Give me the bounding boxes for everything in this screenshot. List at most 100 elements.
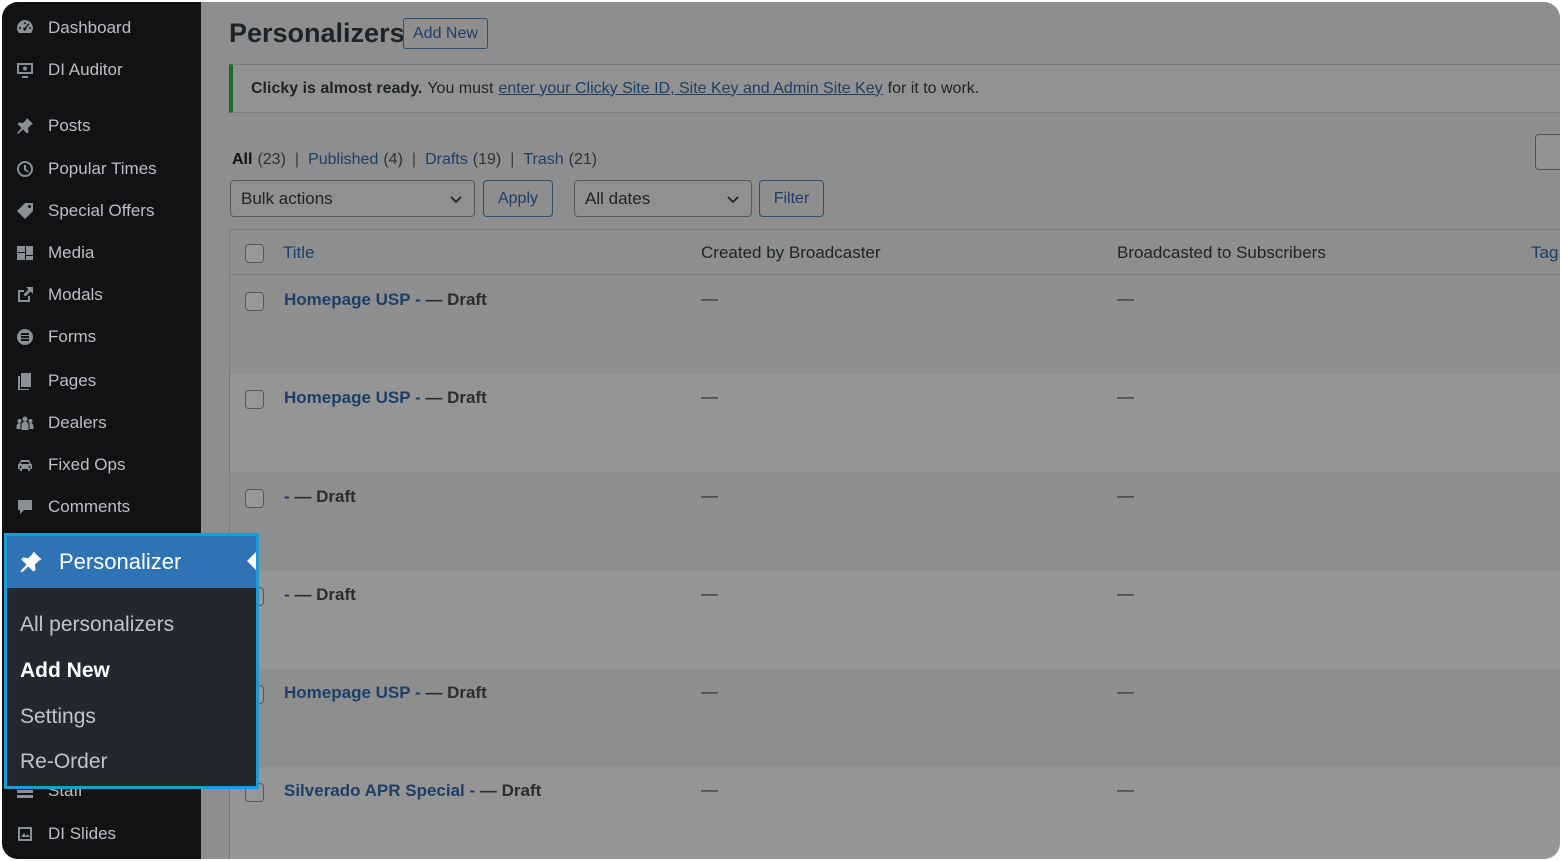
row-state: — Draft	[289, 487, 356, 506]
search-box-edge[interactable]	[1535, 134, 1560, 170]
submenu-all-personalizers[interactable]: All personalizers	[20, 613, 174, 637]
select-all-checkbox[interactable]	[245, 244, 264, 263]
view-trash-link[interactable]: Trash	[523, 151, 563, 169]
sidebar-item-dashboard[interactable]: Dashboard	[2, 8, 201, 48]
tag-icon	[14, 200, 36, 222]
row-broadcasted: —	[1117, 387, 1134, 406]
sidebar-item-pages[interactable]: Pages	[2, 361, 201, 401]
date-filter-select[interactable]: All dates	[574, 180, 752, 217]
clock-icon	[14, 158, 36, 180]
sidebar-item-label: Modals	[48, 285, 103, 304]
row-title: - — Draft	[284, 585, 356, 605]
row-title: - — Draft	[284, 487, 356, 507]
column-broadcasted-to-subscribers: Broadcasted to Subscribers	[1117, 243, 1326, 262]
media-icon	[14, 242, 36, 264]
submenu-re-order[interactable]: Re-Order	[20, 750, 108, 774]
sidebar-item-di-slides[interactable]: DI Slides	[2, 814, 201, 854]
submenu-settings[interactable]: Settings	[20, 705, 96, 729]
table-row: Silverado APR Special - — Draft — —	[230, 767, 1560, 859]
sidebar-item-di-auditor[interactable]: DI Auditor	[2, 50, 201, 90]
car-icon	[14, 454, 36, 476]
row-created-by-broadcaster: —	[701, 682, 718, 701]
row-checkbox[interactable]	[245, 390, 264, 409]
row-title-link[interactable]: Homepage USP -	[284, 290, 421, 309]
date-filter-value: All dates	[585, 188, 651, 208]
dashboard-icon	[14, 17, 36, 39]
sidebar-item-personalizer[interactable]: Personalizer	[7, 536, 256, 588]
view-published-count: (4)	[383, 151, 403, 168]
view-drafts-link[interactable]: Drafts	[425, 151, 468, 169]
page-title: Personalizers	[229, 18, 405, 48]
view-all-link[interactable]: All	[232, 151, 252, 169]
sidebar-item-label: Special Offers	[48, 201, 155, 220]
sidebar-item-special-offers[interactable]: Special Offers	[2, 191, 201, 231]
sidebar-item-label: Popular Times	[48, 159, 157, 178]
table-row: Homepage USP - — Draft — —	[230, 374, 1560, 472]
column-created-by-broadcaster: Created by Broadcaster	[701, 243, 881, 262]
row-state: — Draft	[420, 683, 487, 702]
table-row: Homepage USP - — Draft — —	[230, 669, 1560, 767]
slides-icon	[14, 823, 36, 845]
sidebar-item-forms[interactable]: Forms	[2, 317, 201, 357]
row-state: — Draft	[420, 388, 487, 407]
main-content: Personalizers Add New Clicky is almost r…	[201, 2, 1560, 859]
row-title: Silverado APR Special - — Draft	[284, 781, 541, 801]
groups-icon	[14, 412, 36, 434]
sidebar-item-media[interactable]: Media	[2, 233, 201, 273]
view-separator: |	[411, 151, 417, 168]
view-all-count: (23)	[257, 151, 286, 168]
row-broadcasted: —	[1117, 682, 1134, 701]
row-broadcasted: —	[1117, 584, 1134, 603]
table-row: - — Draft — —	[230, 571, 1560, 669]
sidebar-item-popular-times[interactable]: Popular Times	[2, 149, 201, 189]
view-published-link[interactable]: Published	[308, 151, 378, 169]
pushpin-icon	[14, 115, 36, 137]
sidebar-item-label: Forms	[48, 327, 97, 346]
sidebar-item-label: Fixed Ops	[48, 455, 126, 474]
sidebar-item-label: DI Slides	[48, 824, 117, 843]
row-title-link[interactable]: Silverado APR Special -	[284, 781, 475, 800]
pushpin-icon	[17, 548, 45, 576]
column-title[interactable]: Title	[283, 243, 315, 263]
column-tags[interactable]: Tag	[1531, 243, 1558, 263]
row-checkbox[interactable]	[245, 292, 264, 311]
personalizer-menu-popup: Personalizer All personalizers Add New S…	[4, 533, 259, 789]
notice-text: You must	[427, 79, 494, 97]
chevron-down-icon	[727, 196, 739, 204]
apply-button[interactable]: Apply	[483, 180, 553, 217]
row-created-by-broadcaster: —	[701, 289, 718, 308]
current-menu-arrow	[247, 552, 256, 570]
bulk-actions-select[interactable]: Bulk actions	[230, 180, 475, 217]
sidebar-item-label: Comments	[48, 497, 131, 516]
add-new-button[interactable]: Add New	[403, 18, 488, 49]
sidebar-item-fixed-ops[interactable]: Fixed Ops	[2, 445, 201, 485]
sidebar-item-label: Pages	[48, 371, 97, 390]
row-checkbox[interactable]	[245, 489, 264, 508]
filter-button[interactable]: Filter	[759, 180, 824, 217]
sidebar-item-dealers[interactable]: Dealers	[2, 403, 201, 443]
row-broadcasted: —	[1117, 780, 1134, 799]
row-title-link[interactable]: Homepage USP -	[284, 388, 421, 407]
forms-icon	[14, 326, 36, 348]
sidebar-item-label: Posts	[48, 116, 91, 135]
notice-bold-text: Clicky is almost ready.	[251, 79, 423, 97]
sidebar-item-modals[interactable]: Modals	[2, 275, 201, 315]
table-header: Title Created by Broadcaster Broadcasted…	[230, 230, 1560, 275]
row-created-by-broadcaster: —	[701, 584, 718, 603]
bulk-actions-value: Bulk actions	[241, 188, 333, 208]
submenu-add-new[interactable]: Add New	[20, 659, 110, 683]
row-created-by-broadcaster: —	[701, 780, 718, 799]
sidebar-item-posts[interactable]: Posts	[2, 106, 201, 146]
view-separator: |	[510, 151, 515, 168]
row-state: — Draft	[420, 290, 487, 309]
row-title: Homepage USP - — Draft	[284, 290, 487, 310]
notice-clicky-settings-link[interactable]: enter your Clicky Site ID, Site Key and …	[498, 80, 882, 98]
monitor-icon	[14, 59, 36, 81]
row-title-link[interactable]: Homepage USP -	[284, 683, 421, 702]
row-created-by-broadcaster: —	[701, 486, 718, 505]
clicky-notice: Clicky is almost ready. You must enter y…	[229, 64, 1560, 113]
comment-icon	[14, 496, 36, 518]
sidebar-item-comments[interactable]: Comments	[2, 487, 201, 527]
row-state: — Draft	[475, 781, 542, 800]
chevron-down-icon	[450, 196, 462, 204]
